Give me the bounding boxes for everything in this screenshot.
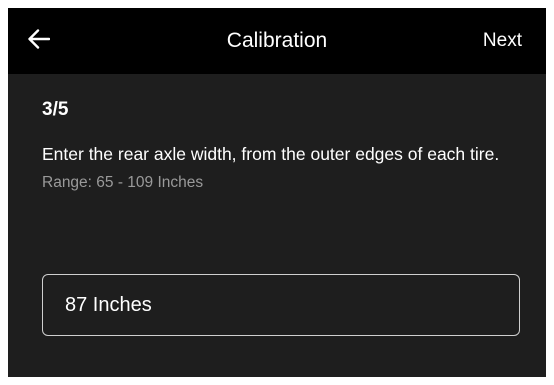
page-title: Calibration <box>226 29 328 52</box>
app-bar: Calibration Next <box>8 8 546 74</box>
calibration-screen: Calibration Next 3/5 Enter the rear axle… <box>8 8 546 377</box>
range-hint: Range: 65 - 109 Inches <box>42 174 204 191</box>
instruction-text: Enter the rear axle width, from the oute… <box>42 144 500 164</box>
axle-width-input[interactable] <box>43 275 519 335</box>
step-indicator: 3/5 <box>42 99 69 120</box>
next-button[interactable]: Next <box>483 8 522 74</box>
step-content: 3/5 Enter the rear axle width, from the … <box>42 98 522 193</box>
back-button[interactable] <box>28 22 68 60</box>
arrow-left-icon <box>28 28 51 54</box>
axle-width-field[interactable] <box>42 274 520 336</box>
